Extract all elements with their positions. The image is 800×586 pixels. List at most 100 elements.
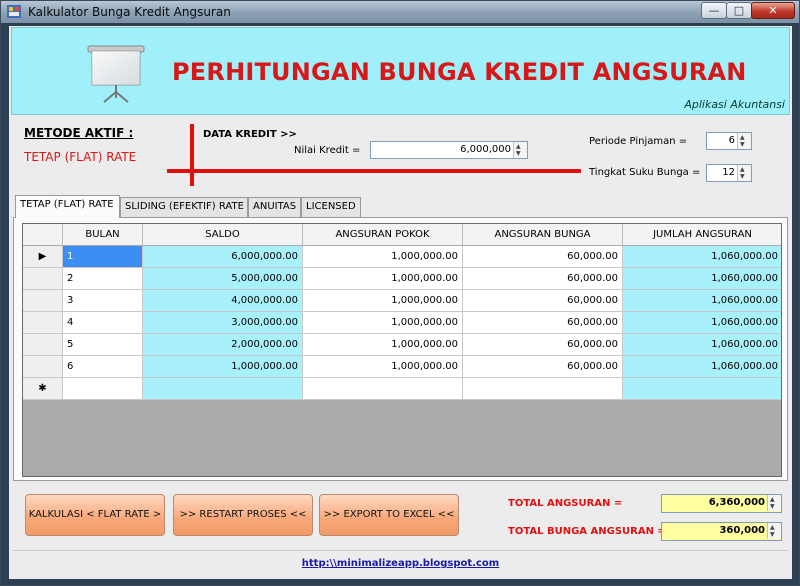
grid-cell[interactable]: 1,060,000.00	[623, 334, 781, 356]
grid-cell[interactable]: 1,060,000.00	[623, 312, 781, 334]
suku-bunga-value: 12	[722, 167, 735, 178]
tab-flat-rate[interactable]: TETAP (FLAT) RATE	[15, 195, 120, 218]
grid-cell[interactable]	[63, 378, 143, 400]
grid-cell[interactable]: 1,060,000.00	[623, 246, 781, 268]
main-panel: PERHITUNGAN BUNGA KREDIT ANGSURAN Aplika…	[9, 26, 792, 579]
new-row-icon[interactable]: ✱	[23, 378, 63, 400]
table-row[interactable]: 4 3,000,000.00 1,000,000.00 60,000.00 1,…	[23, 312, 781, 334]
kalkulasi-button[interactable]: KALKULASI < FLAT RATE >	[25, 494, 165, 536]
total-angsuran-spinner[interactable]: ▲ ▼	[767, 495, 781, 511]
grid-cell[interactable]: 5	[63, 334, 143, 356]
nilai-kredit-input[interactable]: 6,000,000 ▲ ▼	[370, 141, 528, 159]
close-button[interactable]: ✕	[751, 2, 795, 19]
grid-cell[interactable]: 60,000.00	[463, 246, 623, 268]
grid-cell[interactable]: 4	[63, 312, 143, 334]
grid-cell[interactable]: 4,000,000.00	[143, 290, 303, 312]
grid-cell[interactable]: 1,000,000.00	[303, 290, 463, 312]
grid-cell[interactable]: 60,000.00	[463, 290, 623, 312]
grid-cell[interactable]	[303, 378, 463, 400]
window-title: Kalkulator Bunga Kredit Angsuran	[28, 5, 231, 19]
column-header-bulan[interactable]: BULAN	[63, 224, 143, 246]
angsuran-grid[interactable]: BULAN SALDO ANGSURAN POKOK ANGSURAN BUNG…	[22, 223, 782, 477]
grid-cell[interactable]: 60,000.00	[463, 268, 623, 290]
restart-button[interactable]: >> RESTART PROSES <<	[173, 494, 313, 536]
footer-divider	[13, 550, 788, 551]
grid-cell[interactable]: 3,000,000.00	[143, 312, 303, 334]
periode-spinner[interactable]: ▲ ▼	[737, 133, 751, 149]
suku-bunga-spinner[interactable]: ▲ ▼	[737, 165, 751, 181]
table-row[interactable]: 2 5,000,000.00 1,000,000.00 60,000.00 1,…	[23, 268, 781, 290]
grid-cell[interactable]: 60,000.00	[463, 312, 623, 334]
grid-cell[interactable]: 3	[63, 290, 143, 312]
divider-horizontal	[167, 169, 581, 173]
header-banner: PERHITUNGAN BUNGA KREDIT ANGSURAN Aplika…	[11, 27, 790, 115]
grid-cell[interactable]: 5,000,000.00	[143, 268, 303, 290]
grid-cell[interactable]: 1,000,000.00	[303, 246, 463, 268]
grid-cell[interactable]: 2	[63, 268, 143, 290]
spin-down-icon: ▼	[516, 150, 521, 157]
periode-pinjaman-label: Periode Pinjaman =	[589, 136, 688, 147]
minimize-button[interactable]: —	[701, 2, 727, 19]
app-window: Kalkulator Bunga Kredit Angsuran — □ ✕ P…	[0, 0, 800, 586]
grid-cell[interactable]: 1,000,000.00	[303, 334, 463, 356]
grid-cell[interactable]: 1,060,000.00	[623, 268, 781, 290]
new-row[interactable]: ✱	[23, 378, 781, 400]
spin-down-icon: ▼	[770, 503, 775, 510]
row-header[interactable]	[23, 334, 63, 356]
row-header-corner[interactable]	[23, 224, 63, 246]
app-icon	[7, 5, 21, 18]
title-bar[interactable]: Kalkulator Bunga Kredit Angsuran — □ ✕	[1, 1, 799, 23]
grid-cell[interactable]: 1,060,000.00	[623, 356, 781, 378]
table-row[interactable]: 5 2,000,000.00 1,000,000.00 60,000.00 1,…	[23, 334, 781, 356]
total-bunga-label: TOTAL BUNGA ANGSURAN =	[508, 526, 666, 537]
export-excel-button[interactable]: >> EXPORT TO EXCEL <<	[319, 494, 459, 536]
total-bunga-spinner[interactable]: ▲ ▼	[767, 523, 781, 539]
nilai-kredit-spinner[interactable]: ▲ ▼	[513, 142, 527, 158]
grid-cell[interactable]: 1,000,000.00	[303, 312, 463, 334]
tab-sliding-rate[interactable]: SLIDING (EFEKTIF) RATE	[120, 197, 248, 217]
column-header-saldo[interactable]: SALDO	[143, 224, 303, 246]
total-angsuran-label: TOTAL ANGSURAN =	[508, 498, 623, 509]
row-header[interactable]	[23, 268, 63, 290]
grid-cell[interactable]: 1,060,000.00	[623, 290, 781, 312]
maximize-button[interactable]: □	[726, 2, 752, 19]
grid-cell[interactable]: 1,000,000.00	[303, 268, 463, 290]
table-row[interactable]: 3 4,000,000.00 1,000,000.00 60,000.00 1,…	[23, 290, 781, 312]
total-angsuran-field[interactable]: 6,360,000 ▲ ▼	[661, 494, 782, 513]
periode-pinjaman-input[interactable]: 6 ▲ ▼	[706, 132, 752, 150]
column-header-jumlah-angsuran[interactable]: JUMLAH ANGSURAN	[623, 224, 781, 246]
grid-cell[interactable]	[463, 378, 623, 400]
grid-cell[interactable]: 6	[63, 356, 143, 378]
column-header-angsuran-pokok[interactable]: ANGSURAN POKOK	[303, 224, 463, 246]
grid-cell[interactable]: 6,000,000.00	[143, 246, 303, 268]
data-kredit-label: DATA KREDIT >>	[203, 129, 297, 140]
grid-cell[interactable]: 60,000.00	[463, 334, 623, 356]
nilai-kredit-label: Nilai Kredit =	[294, 145, 361, 156]
current-row-icon[interactable]: ▶	[23, 246, 63, 268]
grid-cell[interactable]: 1	[63, 246, 143, 268]
suku-bunga-input[interactable]: 12 ▲ ▼	[706, 164, 752, 182]
total-bunga-value: 360,000	[719, 525, 765, 536]
column-header-angsuran-bunga[interactable]: ANGSURAN BUNGA	[463, 224, 623, 246]
row-header[interactable]	[23, 290, 63, 312]
metode-aktif-label: METODE AKTIF :	[24, 126, 134, 140]
periode-pinjaman-value: 6	[728, 135, 735, 146]
app-subtitle: Aplikasi Akuntansi	[684, 98, 785, 111]
grid-cell[interactable]: 60,000.00	[463, 356, 623, 378]
total-bunga-field[interactable]: 360,000 ▲ ▼	[661, 522, 782, 541]
grid-cell[interactable]	[143, 378, 303, 400]
row-header[interactable]	[23, 356, 63, 378]
suku-bunga-label: Tingkat Suku Bunga =	[589, 167, 701, 178]
nilai-kredit-value: 6,000,000	[460, 144, 511, 155]
table-row[interactable]: ▶ 1 6,000,000.00 1,000,000.00 60,000.00 …	[23, 246, 781, 268]
grid-cell[interactable]: 1,000,000.00	[303, 356, 463, 378]
tab-anuitas[interactable]: ANUITAS	[248, 197, 301, 217]
table-row[interactable]: 6 1,000,000.00 1,000,000.00 60,000.00 1,…	[23, 356, 781, 378]
grid-cell[interactable]: 1,000,000.00	[143, 356, 303, 378]
tab-page-flat-rate: BULAN SALDO ANGSURAN POKOK ANGSURAN BUNG…	[13, 217, 788, 481]
tab-licensed[interactable]: LICENSED	[301, 197, 361, 217]
grid-cell[interactable]: 2,000,000.00	[143, 334, 303, 356]
grid-cell[interactable]	[623, 378, 781, 400]
blog-link[interactable]: http:\\minimalizeapp.blogspot.com	[9, 558, 792, 569]
row-header[interactable]	[23, 312, 63, 334]
